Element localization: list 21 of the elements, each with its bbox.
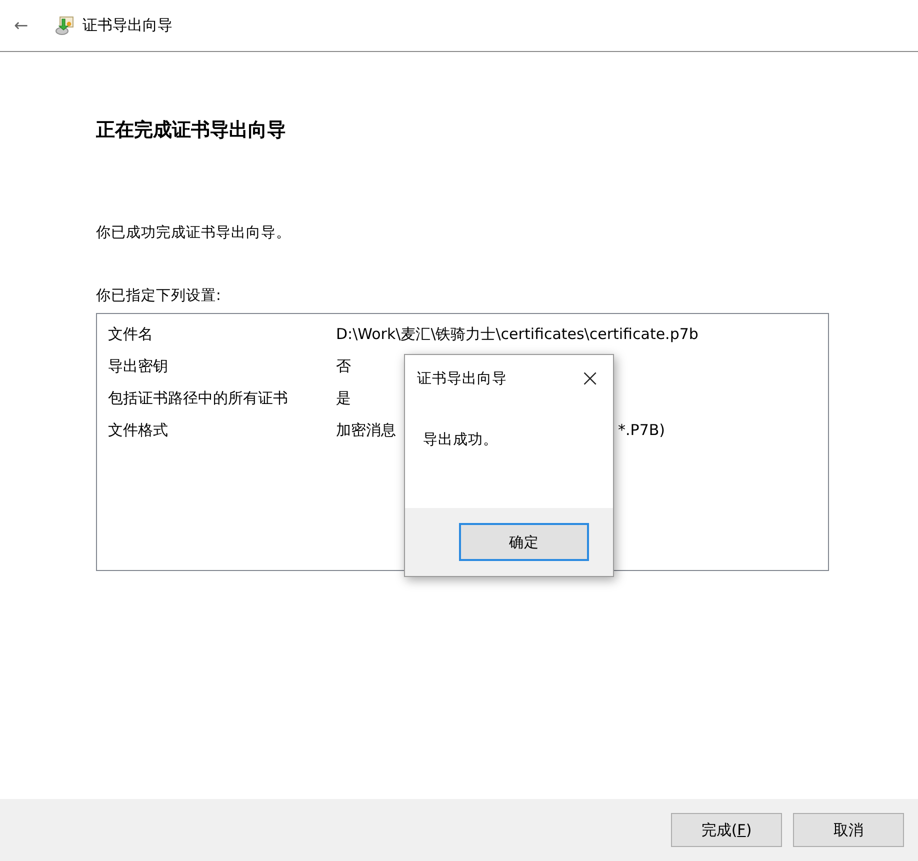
wizard-button[interactable]: 完成(F) xyxy=(671,813,782,847)
setting-name: 包括证书路径中的所有证书 xyxy=(107,388,289,408)
dialog-title: 证书导出向导 xyxy=(417,370,507,388)
settings-label: 你已指定下列设置: xyxy=(96,286,222,305)
setting-value: 否 xyxy=(336,356,351,376)
setting-value: 加密消息 xyxy=(336,420,396,440)
setting-value: *.P7B) xyxy=(618,420,665,440)
setting-value: D:\Work\麦汇\铁骑力士\certificates\certificate.p7b xyxy=(336,324,698,344)
window-title: 证书导出向导 xyxy=(82,16,172,35)
setting-value: 是 xyxy=(336,388,351,408)
dialog-message: 导出成功。 xyxy=(422,431,499,450)
intro-text: 你已成功完成证书导出向导。 xyxy=(96,224,292,242)
back-button[interactable]: ← xyxy=(10,16,32,36)
setting-name: 文件格式 xyxy=(107,420,169,440)
wizard-heading: 正在完成证书导出向导 xyxy=(96,118,287,143)
setting-name: 文件名 xyxy=(107,324,154,344)
setting-name: 导出密钥 xyxy=(107,356,169,376)
close-button[interactable]: × xyxy=(567,355,613,401)
ok-button[interactable]: 确定 xyxy=(459,523,589,561)
certificate-export-icon xyxy=(54,16,74,36)
wizard-button[interactable]: 取消 xyxy=(793,813,904,847)
